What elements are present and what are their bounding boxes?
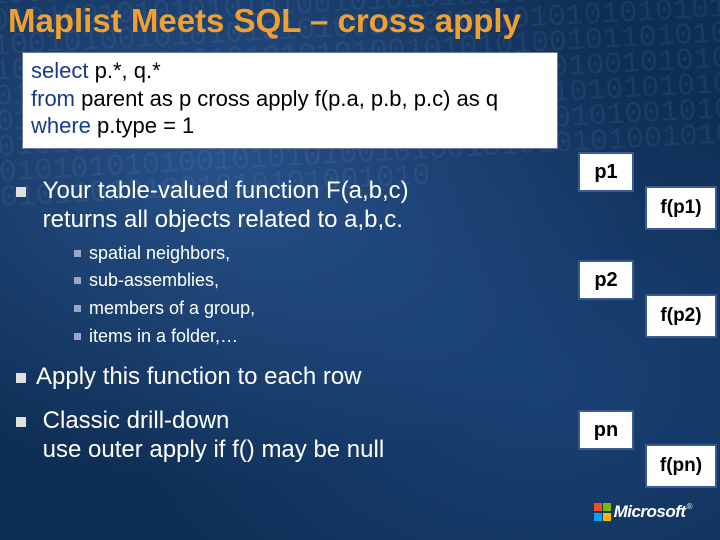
bullet-1-line-1: Your table-valued function F(a,b,c) bbox=[43, 177, 409, 204]
bullet-3-line-1: Classic drill-down bbox=[43, 407, 230, 434]
logo-tm: ® bbox=[687, 502, 692, 511]
keyword-where: where bbox=[31, 113, 91, 138]
sub-bullet-4: items in a folder,… bbox=[74, 326, 556, 348]
keyword-from: from bbox=[31, 86, 75, 111]
box-fpn: f(pn) bbox=[645, 444, 717, 488]
microsoft-logo-text: Microsoft® bbox=[614, 502, 692, 522]
box-p1: p1 bbox=[578, 152, 634, 192]
logo-square-red bbox=[594, 503, 602, 511]
microsoft-logo: Microsoft® bbox=[594, 502, 692, 522]
sub-bullets: spatial neighbors, sub-assemblies, membe… bbox=[74, 243, 556, 349]
sub-bullet-3: members of a group, bbox=[74, 298, 556, 320]
slide-title: Maplist Meets SQL – cross apply bbox=[8, 2, 712, 40]
bullet-3: Classic drill-down use outer apply if f(… bbox=[16, 406, 556, 465]
sql-code-box: select p.*, q.* from parent as p cross a… bbox=[22, 52, 558, 149]
logo-word: Microsoft bbox=[614, 502, 686, 521]
code-line-3: where p.type = 1 bbox=[31, 112, 549, 140]
bullet-1: Your table-valued function F(a,b,c) retu… bbox=[16, 176, 556, 348]
bullet-3-line-2: use outer apply if f() may be null bbox=[43, 436, 385, 463]
body-content: Your table-valued function F(a,b,c) retu… bbox=[16, 176, 556, 474]
box-fp2: f(p2) bbox=[645, 294, 717, 338]
keyword-select: select bbox=[31, 58, 88, 83]
logo-square-yellow bbox=[603, 513, 611, 521]
box-fp1: f(p1) bbox=[645, 186, 717, 230]
bullet-1-line-2: returns all objects related to a,b,c. bbox=[43, 206, 403, 233]
bullet-2: Apply this function to each row bbox=[16, 362, 556, 391]
box-p2: p2 bbox=[578, 260, 634, 300]
microsoft-logo-icon bbox=[594, 503, 612, 521]
code-text: p.*, q.* bbox=[88, 58, 160, 83]
slide: 0101001101011100101101001010100101010101… bbox=[0, 0, 720, 540]
logo-square-green bbox=[603, 503, 611, 511]
code-text: p.type = 1 bbox=[91, 113, 194, 138]
sub-bullet-1: spatial neighbors, bbox=[74, 243, 556, 265]
sub-bullet-2: sub-assemblies, bbox=[74, 270, 556, 292]
logo-square-blue bbox=[594, 513, 602, 521]
code-text: parent as p cross apply f(p.a, p.b, p.c)… bbox=[75, 86, 498, 111]
code-line-2: from parent as p cross apply f(p.a, p.b,… bbox=[31, 85, 549, 113]
box-pn: pn bbox=[578, 410, 634, 450]
code-line-1: select p.*, q.* bbox=[31, 57, 549, 85]
